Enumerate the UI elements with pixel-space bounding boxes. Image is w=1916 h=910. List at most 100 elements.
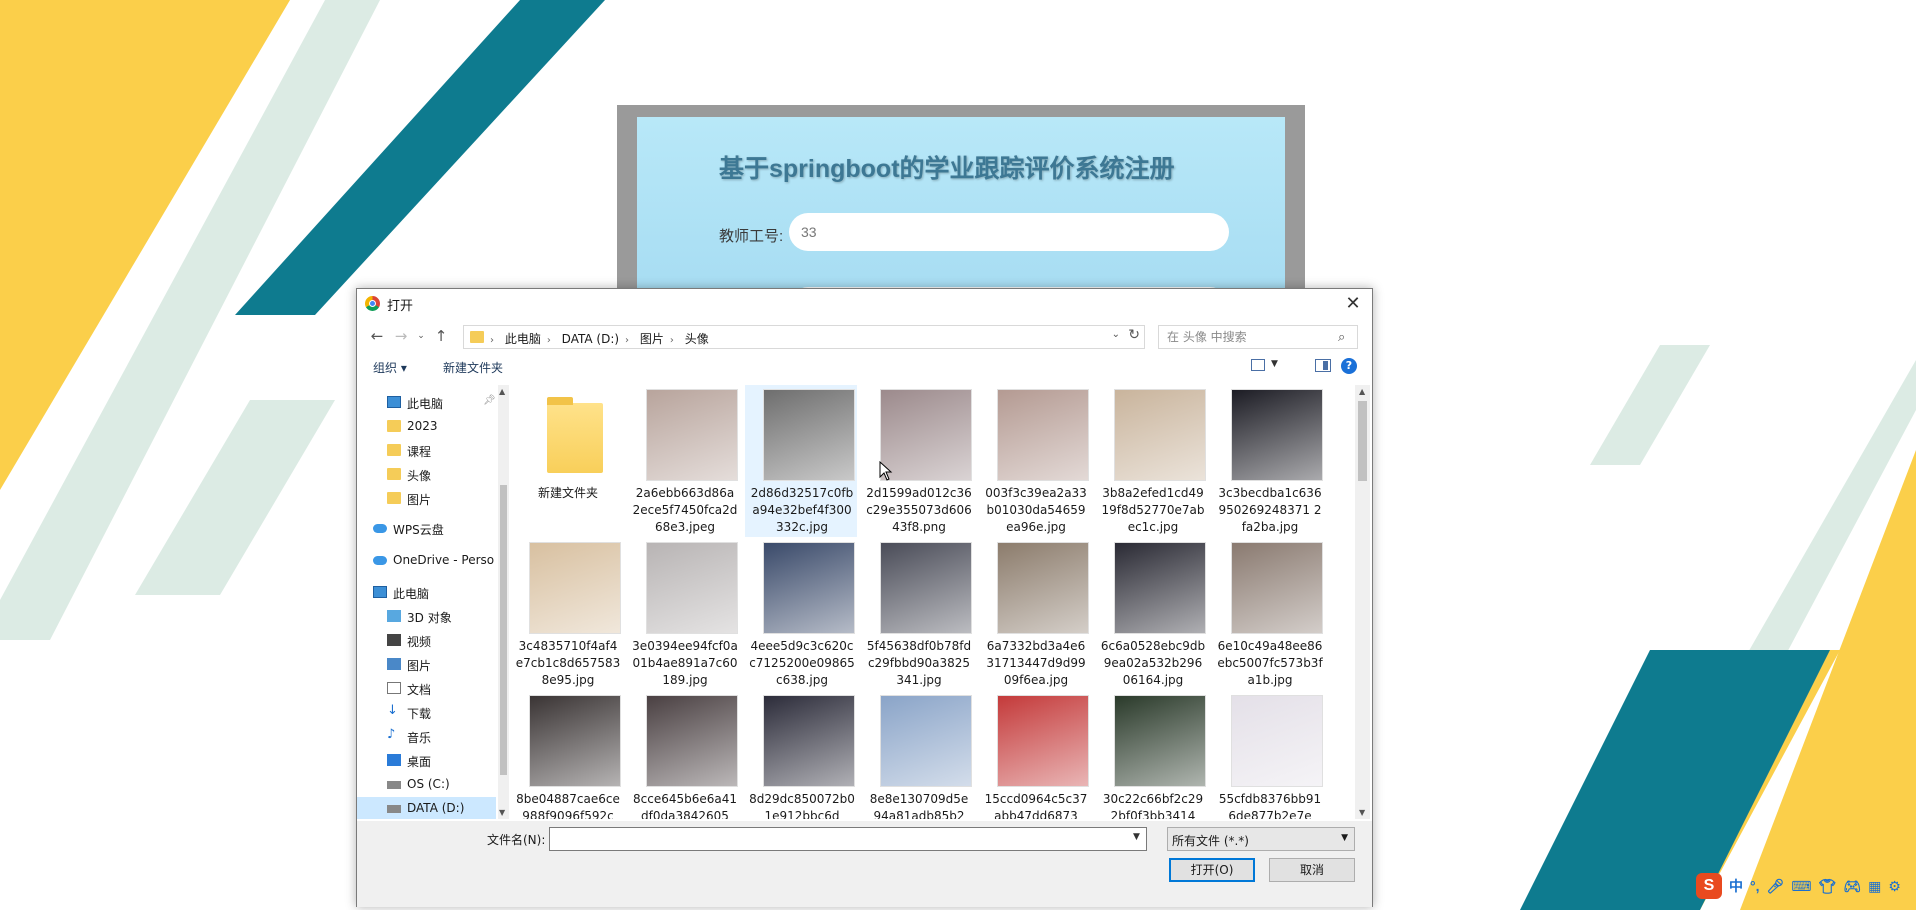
ime-punctuation[interactable]: °, [1750,878,1760,894]
file-item[interactable]: 003f3c39ea2a33b01030da54659ea96e.jpg [979,385,1091,537]
image-thumbnail [763,389,855,481]
nav-item[interactable]: 2023 [357,415,496,439]
navigation-scrollbar[interactable]: ▲ ▼ [498,385,509,819]
folder-icon [547,397,603,473]
file-item[interactable]: 2a6ebb663d86a2ece5f7450fca2d68e3.jpeg [628,385,740,537]
nav-item[interactable]: ♪ 音乐 [357,725,496,749]
search-input[interactable] [1158,325,1358,349]
file-grid-scrollbar[interactable]: ▲ ▼ [1355,385,1370,819]
nav-item-label: 视频 [407,635,432,649]
dialog-titlebar[interactable]: 打开 ✕ [357,289,1372,319]
address-bar[interactable]: › 此电脑 › DATA (D:) › 图片 › 头像 ⌄ ↻ [463,325,1145,349]
file-item[interactable]: 30c22c66bf2c292bf0f3bb3414 [1096,691,1208,819]
file-item[interactable]: 3e0394ee94fcf0a01b4ae891a7c60189.jpg [628,538,740,690]
preview-pane-icon[interactable] [1315,359,1331,372]
cloud-icon [373,524,387,533]
sogou-logo-icon[interactable]: S [1696,873,1722,899]
scroll-down-icon[interactable]: ▼ [499,808,505,817]
gamepad-icon[interactable]: 🎮︎ [1843,878,1861,895]
open-button[interactable]: 打开(O) [1169,858,1255,882]
nav-item-label: 图片 [407,659,432,673]
breadcrumb-item[interactable]: 此电脑 [505,332,541,346]
close-button[interactable]: ✕ [1340,291,1366,317]
file-name: 新建文件夹 [537,486,598,500]
refresh-icon[interactable]: ↻ [1128,327,1140,343]
recent-locations-chevron-icon[interactable]: ⌄ [411,326,431,346]
thumbnail-frame [529,389,621,481]
nav-item[interactable]: 视频 [357,629,496,653]
file-item[interactable]: 8be04887cae6ce988f9096f592c [511,691,623,819]
nav-item-label: 图片 [407,493,432,507]
nav-item[interactable]: 图片 [357,653,496,677]
file-item[interactable]: 6c6a0528ebc9db9ea02a532b29606164.jpg [1096,538,1208,690]
file-item[interactable]: 5f45638df0b78fdc29fbbd90a3825341.jpg [862,538,974,690]
scrollbar-thumb[interactable] [1358,401,1367,481]
folder-icon [387,420,401,432]
new-folder-button[interactable]: 新建文件夹 [443,359,503,376]
cancel-button[interactable]: 取消 [1269,858,1355,882]
view-options-icon[interactable] [1251,359,1265,371]
nav-item[interactable]: 文档 [357,677,496,701]
breadcrumb-item[interactable]: DATA (D:) [562,332,619,346]
drive-icon [387,781,401,789]
chevron-down-icon[interactable]: ▼ [1271,359,1278,369]
file-item[interactable]: 3c4835710f4af4e7cb1c8d6575838e95.jpg [511,538,623,690]
file-item[interactable]: 4eee5d9c3c620cc7125200e09865c638.jpg [745,538,857,690]
scroll-up-icon[interactable]: ▲ [499,387,505,396]
chevron-down-icon[interactable]: ▼ [1133,832,1140,842]
nav-item[interactable]: 头像 [357,463,496,487]
onedrive-icon [373,556,387,565]
file-item[interactable]: 55cfdb8376bb916de877b2e7e [1213,691,1325,819]
nav-item[interactable]: OS (C:) [357,773,496,797]
file-item[interactable]: 8e8e130709d5e94a81adb85b2 [862,691,974,819]
breadcrumb-item[interactable]: 图片 [640,332,664,346]
forward-arrow-icon[interactable]: → [391,326,411,346]
organize-menu[interactable]: 组织 ▾ [373,359,407,376]
scrollbar-thumb[interactable] [500,485,507,775]
skin-icon[interactable]: 👕︎ [1819,878,1837,895]
nav-item[interactable]: 图片 [357,487,496,511]
grid-icon[interactable]: ▦ [1868,878,1881,895]
up-arrow-icon[interactable]: ↑ [431,326,451,346]
scroll-down-icon[interactable]: ▼ [1359,808,1365,817]
search-icon[interactable]: ⌕ [1338,330,1345,345]
nav-item[interactable]: 课程 [357,439,496,463]
nav-item[interactable]: 3D 对象 [357,605,496,629]
back-arrow-icon[interactable]: ← [367,326,387,346]
file-item[interactable]: 15ccd0964c5c37abb47dd6873 [979,691,1091,819]
help-icon[interactable]: ? [1341,358,1357,374]
nav-item[interactable]: 此电脑 📌︎ [357,391,496,415]
folder-item[interactable]: 新建文件夹 [511,385,623,537]
file-item[interactable]: 8cce645b6e6a41df0da3842605 [628,691,740,819]
file-item[interactable]: 3b8a2efed1cd4919f8d52770e7abec1c.jpg [1096,385,1208,537]
breadcrumb-item[interactable]: 头像 [685,332,709,346]
teacher-id-input[interactable] [789,213,1229,251]
chevron-down-icon[interactable]: ⌄ [1112,329,1120,340]
file-item[interactable]: 6a7332bd3a4e631713447d9d9909f6ea.jpg [979,538,1091,690]
file-name: 5f45638df0b78fdc29fbbd90a3825341.jpg [866,639,972,687]
settings-gear-icon[interactable]: ⚙ [1888,878,1901,895]
file-type-select[interactable]: 所有文件 (*.*) ▼ [1167,827,1355,851]
nav-item[interactable]: 此电脑 [357,581,496,605]
file-item[interactable]: 6e10c49a48ee86ebc5007fc573b3fa1b.jpg [1213,538,1325,690]
image-thumbnail [646,542,738,634]
microphone-icon[interactable]: 🎤︎ [1767,878,1785,895]
file-item[interactable]: 3c3becdba1c636950269248371 2fa2ba.jpg [1213,385,1325,537]
image-thumbnail [529,542,621,634]
nav-item[interactable]: WPS云盘 [357,517,496,541]
nav-item-label: 此电脑 [393,587,430,601]
keyboard-icon[interactable]: ⌨ [1791,878,1811,895]
file-item[interactable]: 2d86d32517c0fba94e32bef4f300332c.jpg [745,385,857,537]
ime-language[interactable]: 中 [1729,876,1743,896]
ime-toolbar: S 中 °, 🎤︎ ⌨ 👕︎ 🎮︎ ▦ ⚙ [1696,873,1916,899]
scroll-up-icon[interactable]: ▲ [1359,387,1365,396]
nav-item[interactable]: DATA (D:) [357,797,496,819]
teacher-id-label: 教师工号: [719,228,784,245]
dialog-title: 打开 [387,299,414,314]
nav-item[interactable]: 桌面 [357,749,496,773]
pin-icon[interactable]: 📌︎ [483,395,496,406]
file-item[interactable]: 8d29dc850072b01e912bbc6d [745,691,857,819]
filename-input[interactable] [549,827,1147,851]
nav-item[interactable]: OneDrive - Perso [357,549,496,573]
nav-item[interactable]: ↓ 下载 [357,701,496,725]
